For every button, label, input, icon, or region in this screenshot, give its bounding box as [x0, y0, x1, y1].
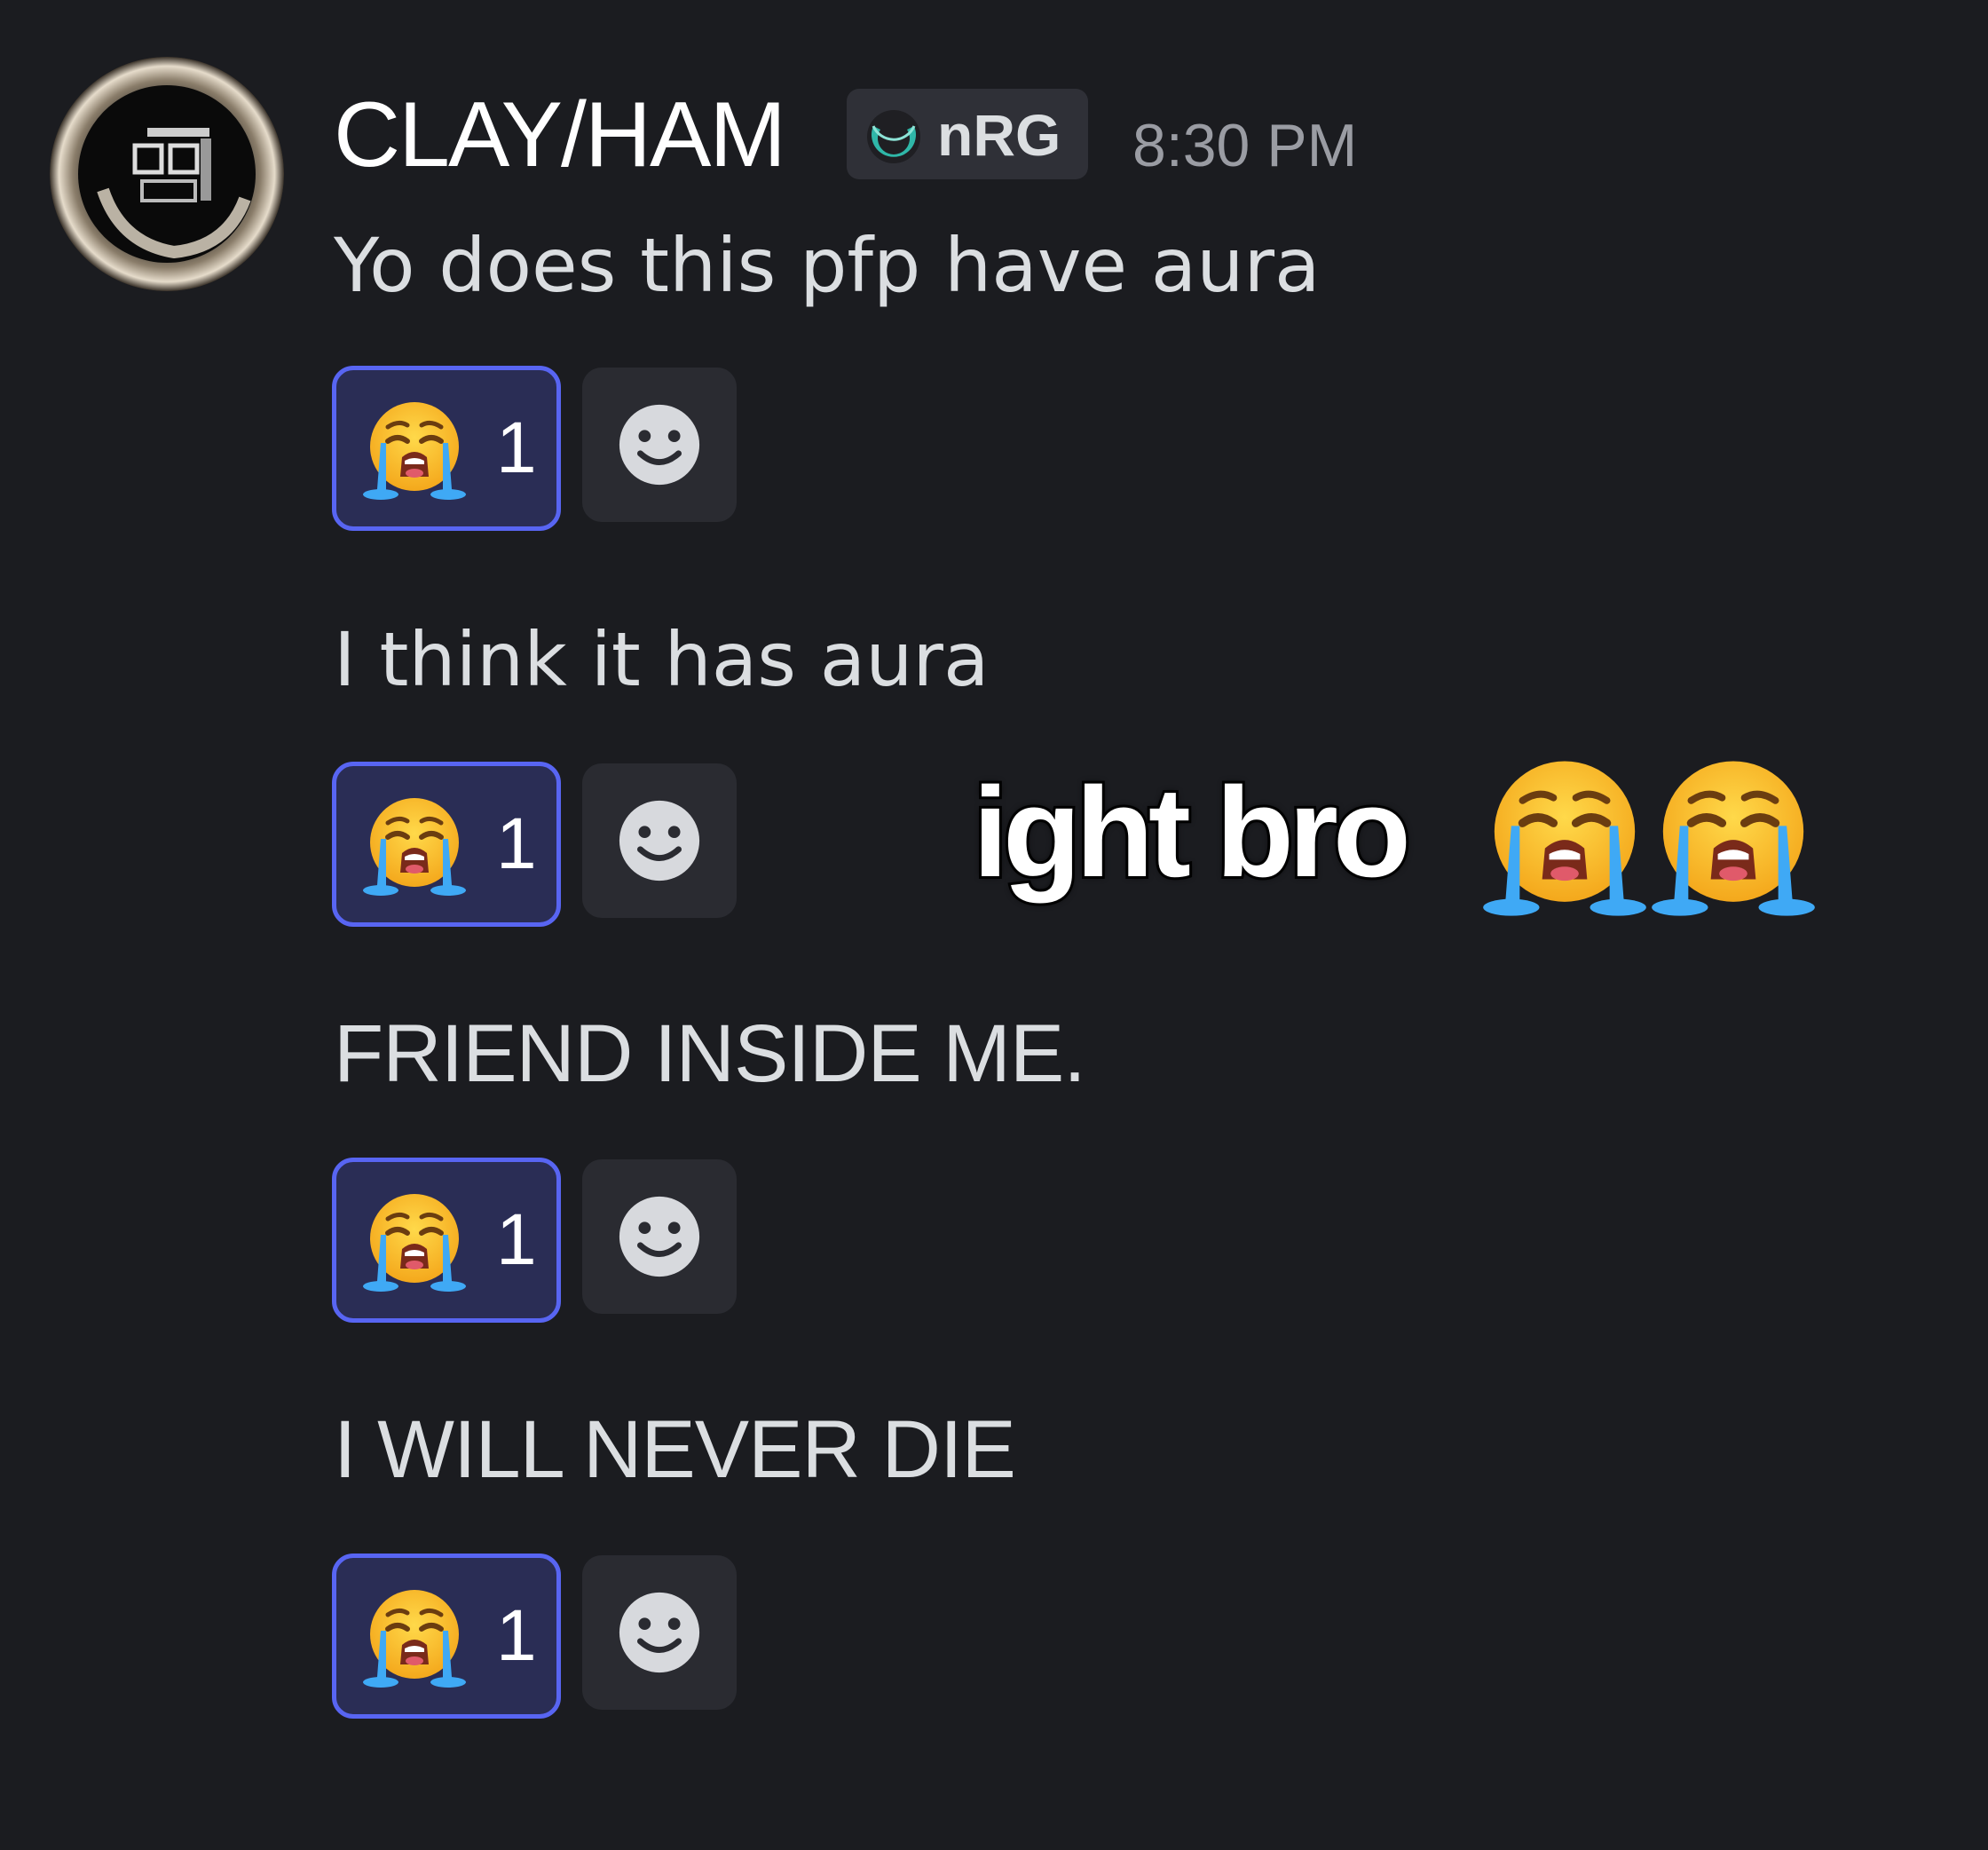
- add-reaction-button[interactable]: [582, 368, 737, 522]
- guild-tag-label: nRG: [937, 102, 1061, 168]
- loudly-crying-face-icon: [361, 793, 468, 899]
- smiley-add-reaction-icon: [616, 797, 703, 884]
- loudly-crying-face-icon: [361, 1189, 468, 1295]
- message-timestamp[interactable]: 8:30 PM: [1132, 110, 1357, 181]
- guild-tag[interactable]: nRG: [847, 89, 1088, 179]
- reaction-count: 1: [496, 1595, 537, 1676]
- loudly-crying-face-icon: [1649, 753, 1818, 921]
- reaction-loudly-crying[interactable]: 1: [332, 366, 561, 531]
- reaction-loudly-crying[interactable]: 1: [332, 1554, 561, 1719]
- reaction-count: 1: [496, 1199, 537, 1280]
- loudly-crying-face-icon: [361, 1585, 468, 1691]
- smiley-add-reaction-icon: [616, 1589, 703, 1676]
- add-reaction-button[interactable]: [582, 1159, 737, 1314]
- add-reaction-button[interactable]: [582, 763, 737, 918]
- smiley-add-reaction-icon: [616, 1193, 703, 1280]
- reaction-count: 1: [496, 407, 537, 488]
- message-text: I think it has aura: [334, 616, 990, 703]
- loudly-crying-face-icon: [361, 397, 468, 503]
- message-text: FRIEND INSIDE ME.: [334, 1008, 1086, 1099]
- add-reaction-button[interactable]: [582, 1555, 737, 1710]
- message-text: Yo does this pfp have aura: [334, 222, 1321, 309]
- loudly-crying-face-icon: [1480, 753, 1649, 921]
- reaction-loudly-crying[interactable]: 1: [332, 1158, 561, 1323]
- overlay-caption-text: ight bro: [970, 759, 1414, 906]
- user-avatar[interactable]: [50, 57, 284, 291]
- crescent-guild-icon: [867, 110, 920, 163]
- smiley-add-reaction-icon: [616, 401, 703, 488]
- username[interactable]: CLAY/HAM: [334, 82, 786, 188]
- reaction-loudly-crying[interactable]: 1: [332, 762, 561, 927]
- message-text: I WILL NEVER DIE: [334, 1404, 1016, 1495]
- reaction-count: 1: [496, 803, 537, 884]
